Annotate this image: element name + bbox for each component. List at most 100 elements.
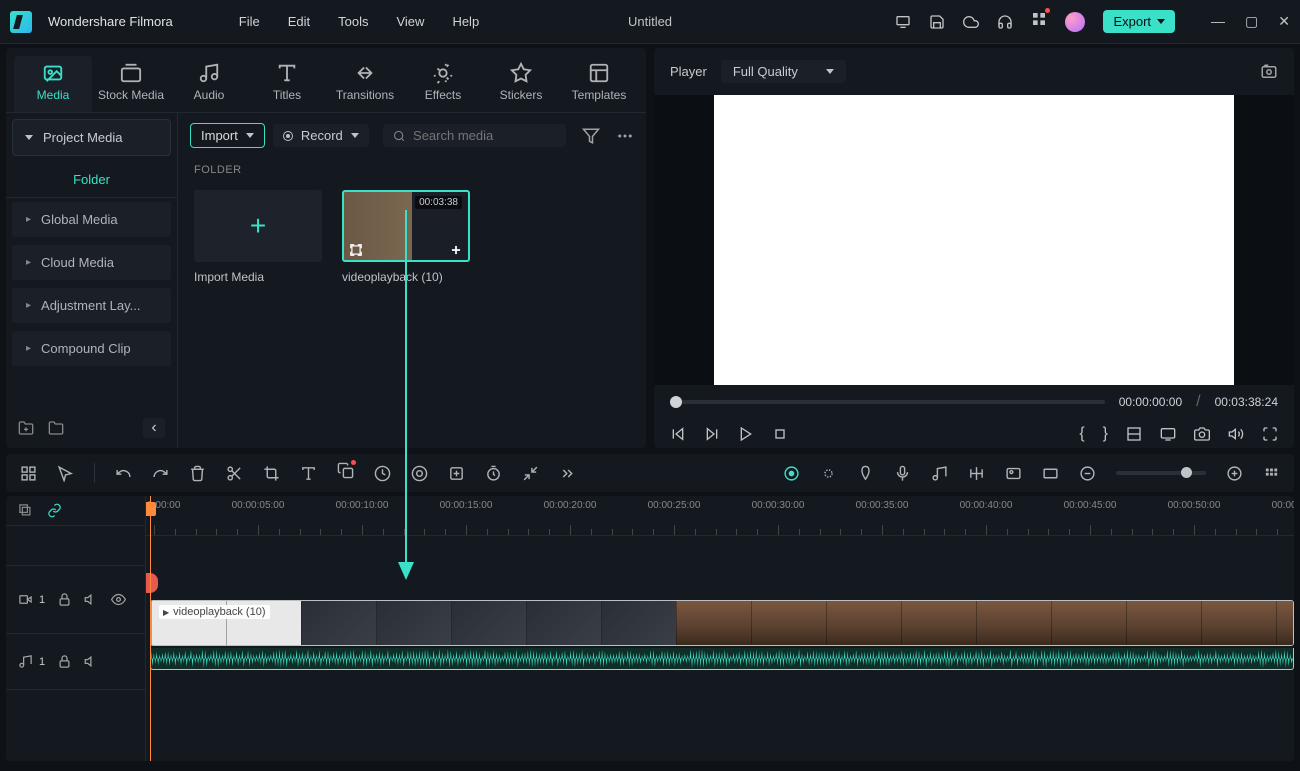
more-tools-icon[interactable] [559, 465, 576, 482]
zoom-in-icon[interactable] [1226, 465, 1243, 482]
menu-tools[interactable]: Tools [338, 14, 368, 29]
record-dropdown[interactable]: Record [273, 124, 369, 147]
timeline-ruler[interactable]: 00:00:00:0000:00:05:0000:00:10:0000:00:1… [146, 496, 1294, 536]
keyframe-icon[interactable] [448, 465, 465, 482]
menu-view[interactable]: View [396, 14, 424, 29]
apps-icon[interactable] [1031, 11, 1047, 32]
more-icon[interactable] [616, 127, 634, 145]
video-clip[interactable]: videoplayback (10) [150, 600, 1294, 646]
redo-icon[interactable] [152, 465, 169, 482]
new-folder-icon[interactable] [18, 420, 34, 436]
new-bin-icon[interactable] [48, 420, 64, 436]
media-clip-tile[interactable]: 00:03:38 videoplayback (10) [342, 190, 470, 284]
undo-icon[interactable] [115, 465, 132, 482]
lock-icon[interactable] [57, 592, 72, 607]
volume-icon[interactable] [1228, 426, 1244, 442]
sidebar-cloud-media[interactable]: Cloud Media [12, 245, 171, 280]
tab-stock-media[interactable]: Stock Media [92, 56, 170, 112]
color-icon[interactable] [411, 465, 428, 482]
display-mode-icon[interactable] [1160, 426, 1176, 442]
zoom-out-icon[interactable] [1079, 465, 1096, 482]
timer-icon[interactable] [485, 465, 502, 482]
headphones-icon[interactable] [997, 14, 1013, 30]
sidebar-project-media[interactable]: Project Media [12, 119, 171, 156]
marker-handle[interactable] [146, 573, 158, 593]
track-body[interactable]: 00:00:00:0000:00:05:0000:00:10:0000:00:1… [146, 496, 1294, 761]
mute-icon[interactable] [84, 654, 99, 669]
tab-effects[interactable]: Effects [404, 56, 482, 112]
brightness-icon[interactable] [820, 465, 837, 482]
panel-tabs: Media Stock Media Audio Titles Transitio… [6, 48, 646, 112]
tab-media[interactable]: Media [14, 56, 92, 112]
play-icon[interactable] [738, 426, 754, 442]
delete-icon[interactable] [189, 465, 206, 482]
lock-icon[interactable] [57, 654, 72, 669]
split-icon[interactable] [226, 465, 243, 482]
zoom-slider[interactable] [1116, 471, 1206, 475]
scrub-slider[interactable] [670, 400, 1105, 404]
render-preview-icon[interactable] [783, 465, 800, 482]
menu-edit[interactable]: Edit [288, 14, 310, 29]
tab-titles[interactable]: Titles [248, 56, 326, 112]
search-input[interactable] [413, 128, 556, 143]
audio-mix-icon[interactable] [931, 465, 948, 482]
tab-templates[interactable]: Templates [560, 56, 638, 112]
step-forward-icon[interactable] [704, 426, 720, 442]
audio-clip[interactable] [150, 648, 1294, 670]
tab-transitions[interactable]: Transitions [326, 56, 404, 112]
tab-audio[interactable]: Audio [170, 56, 248, 112]
user-avatar[interactable] [1065, 12, 1085, 32]
mic-icon[interactable] [894, 465, 911, 482]
layout-dropdown-icon[interactable] [1126, 426, 1142, 442]
sidebar-compound-clip[interactable]: Compound Clip [12, 331, 171, 366]
visibility-icon[interactable] [111, 592, 126, 607]
view-options-icon[interactable] [1263, 465, 1280, 482]
menu-file[interactable]: File [239, 14, 260, 29]
mute-icon[interactable] [84, 592, 99, 607]
filter-icon[interactable] [582, 127, 600, 145]
collapse-sidebar-button[interactable]: ‹ [143, 418, 165, 438]
fullscreen-icon[interactable] [1262, 426, 1278, 442]
video-track-header[interactable]: 1 [6, 566, 145, 634]
export-button[interactable]: Export [1103, 10, 1175, 33]
import-media-tile[interactable]: + Import Media [194, 190, 322, 284]
duplicate-track-icon[interactable] [18, 503, 33, 518]
cloud-icon[interactable] [963, 14, 979, 30]
stop-icon[interactable] [772, 426, 788, 442]
cursor-icon[interactable] [57, 465, 74, 482]
speed-icon[interactable] [374, 465, 391, 482]
window-minimize[interactable]: — [1211, 13, 1225, 30]
tab-stickers[interactable]: Stickers [482, 56, 560, 112]
audio-stretch-icon[interactable] [968, 465, 985, 482]
crop-icon[interactable] [263, 465, 280, 482]
toolbox-icon[interactable] [20, 465, 37, 482]
quality-dropdown[interactable]: Full Quality [721, 60, 846, 83]
import-dropdown[interactable]: Import [190, 123, 265, 148]
add-to-timeline-icon[interactable] [449, 243, 463, 257]
mark-in-icon[interactable]: { [1079, 425, 1084, 443]
mark-out-icon[interactable]: } [1103, 425, 1108, 443]
text-icon[interactable] [300, 465, 317, 482]
camera-icon[interactable] [1194, 426, 1210, 442]
window-maximize[interactable]: ▢ [1245, 13, 1258, 30]
sidebar-adjustment-layer[interactable]: Adjustment Lay... [12, 288, 171, 323]
expand-icon[interactable] [522, 465, 539, 482]
marker-icon[interactable] [857, 465, 874, 482]
picture-icon[interactable] [1005, 465, 1022, 482]
aspect-icon[interactable] [1042, 465, 1059, 482]
audio-track-header[interactable]: 1 [6, 634, 145, 690]
sidebar-folder-active[interactable]: Folder [6, 162, 177, 198]
link-icon[interactable] [47, 503, 62, 518]
snapshot-icon[interactable] [1260, 63, 1278, 81]
sidebar-global-media[interactable]: Global Media [12, 202, 171, 237]
fit-icon[interactable] [349, 243, 363, 257]
prev-frame-icon[interactable] [670, 426, 686, 442]
window-close[interactable]: ✕ [1278, 13, 1290, 30]
plus-icon: + [250, 210, 266, 242]
menu-help[interactable]: Help [452, 14, 479, 29]
save-icon[interactable] [929, 14, 945, 30]
playhead[interactable] [150, 496, 151, 761]
media-search[interactable] [383, 124, 566, 147]
display-icon[interactable] [895, 14, 911, 30]
preview-viewport[interactable] [654, 95, 1294, 385]
